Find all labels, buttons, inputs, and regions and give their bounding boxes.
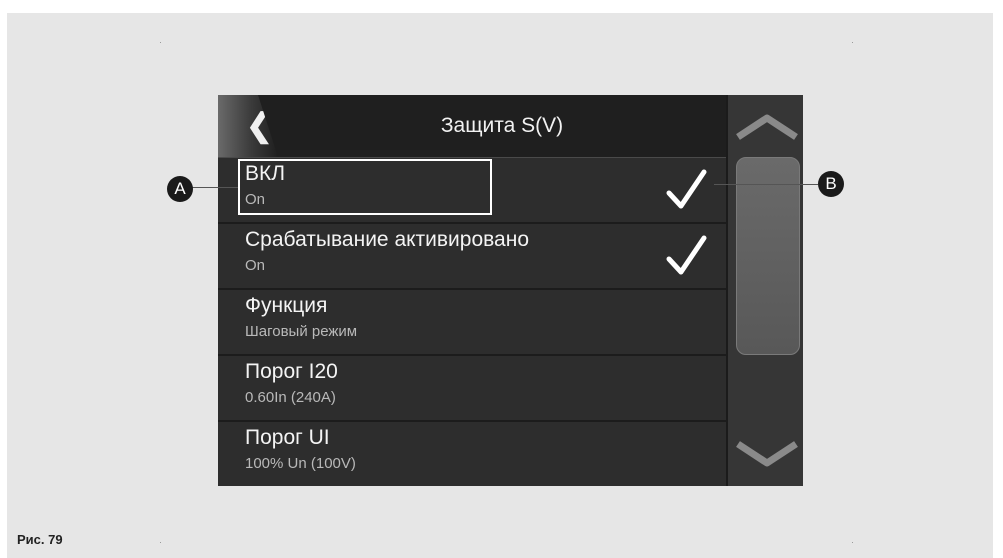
list-item-threshold-i20[interactable]: Порог I20 0.60In (240A): [218, 356, 726, 422]
list-item-value: 100% Un (100V): [245, 455, 356, 472]
checkmark-icon: [666, 235, 707, 275]
crop-mark: [160, 542, 161, 543]
crop-mark: [852, 542, 853, 543]
list-item-label: Порог I20: [245, 360, 338, 383]
title-bar: ❮ Защита S(V): [218, 95, 726, 158]
chevron-up-icon[interactable]: [736, 113, 798, 141]
crop-mark: [852, 42, 853, 43]
list-item-label: Порог UI: [245, 426, 330, 449]
list-item-label: Срабатывание активировано: [245, 228, 530, 251]
list-item-value: 0.60In (240A): [245, 389, 336, 406]
callout-highlight-a: [238, 159, 492, 215]
device-screen: ❮ Защита S(V) ВКЛ On Срабатывание активи…: [218, 95, 803, 486]
callout-marker-a: A: [167, 176, 193, 202]
list-item-trip-enabled[interactable]: Срабатывание активировано On: [218, 224, 726, 290]
chevron-down-icon[interactable]: [736, 440, 798, 468]
list-item-function[interactable]: Функция Шаговый режим: [218, 290, 726, 356]
list-item-label: Функция: [245, 294, 328, 317]
scrollbar-thumb[interactable]: [736, 157, 800, 355]
back-chevron-icon: ❮: [246, 107, 273, 143]
page-title: Защита S(V): [440, 114, 564, 137]
crop-mark: [160, 42, 161, 43]
callout-leader-a: [192, 187, 238, 188]
list-item-threshold-ui[interactable]: Порог UI 100% Un (100V): [218, 422, 726, 486]
callout-leader-b: [714, 184, 818, 185]
list-item-value: Шаговый режим: [245, 323, 358, 340]
back-button[interactable]: ❮: [218, 95, 278, 157]
scrollbar[interactable]: [726, 95, 803, 486]
checkmark-icon: [666, 169, 707, 209]
list-item-value: On: [245, 257, 266, 274]
figure-caption: Рис. 79: [17, 532, 63, 547]
callout-marker-b: B: [818, 171, 844, 197]
